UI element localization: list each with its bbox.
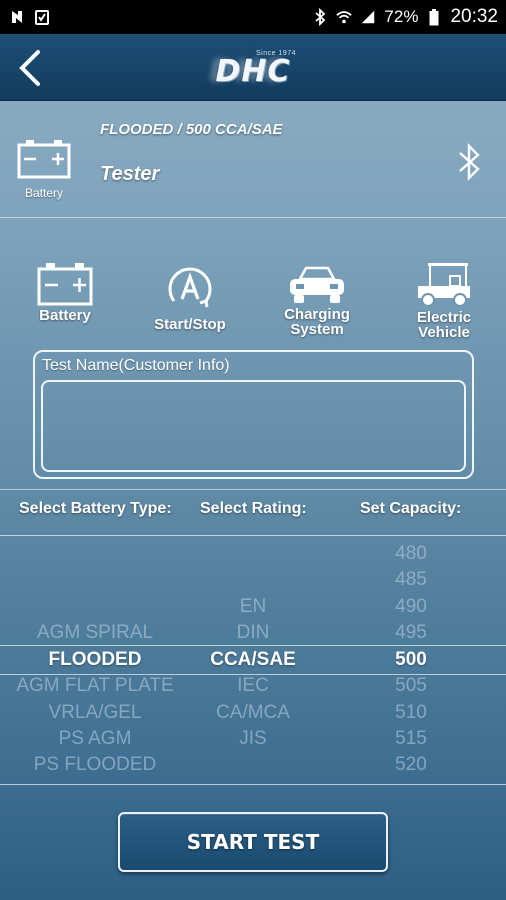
divider xyxy=(0,535,506,536)
divider xyxy=(0,489,506,490)
battery-icon xyxy=(17,140,71,179)
current-test-info: Battery FLOODED / 500 CCA/SAE Tester xyxy=(0,101,506,218)
app-header: Since 1974 DHC xyxy=(0,34,506,101)
picker-option-selected[interactable]: FLOODED xyxy=(0,647,190,673)
rating-header: Select Rating: xyxy=(200,500,307,517)
chevron-left-icon xyxy=(19,50,40,86)
bluetooth-icon xyxy=(312,8,328,26)
test-type-label: Start/Stop xyxy=(154,316,226,333)
media-icon xyxy=(10,9,26,25)
current-test-type: Battery xyxy=(16,139,72,200)
battery-icon xyxy=(37,263,93,306)
selection-highlight-bottom xyxy=(0,674,506,675)
test-type-label: Battery xyxy=(39,307,91,324)
picker-option[interactable]: 495 xyxy=(350,620,472,646)
test-type-label: Charging System xyxy=(284,306,350,338)
picker-option[interactable]: 490 xyxy=(350,594,472,620)
picker-option[interactable]: 515 xyxy=(350,726,472,752)
picker-option[interactable]: IEC xyxy=(190,673,316,699)
picker-option[interactable]: EN xyxy=(190,594,316,620)
test-type-start-stop[interactable]: Start/Stop xyxy=(142,263,238,332)
current-test-title: FLOODED / 500 CCA/SAE xyxy=(100,121,283,138)
battery-type-header: Select Battery Type: xyxy=(19,500,172,517)
battery-percent: 72% xyxy=(384,7,419,26)
picker-option[interactable]: DIN xyxy=(190,620,316,646)
picker-option[interactable]: 480 xyxy=(350,541,472,567)
picker-option[interactable]: PS AGM xyxy=(0,726,190,752)
logo-text: DHC xyxy=(215,53,291,89)
back-button[interactable] xyxy=(14,48,48,88)
picker-option[interactable]: VRLA/GEL xyxy=(0,700,190,726)
car-icon xyxy=(290,266,344,303)
test-name-label: Test Name(Customer Info) xyxy=(42,357,230,374)
picker-option[interactable]: CA/MCA xyxy=(190,700,316,726)
signal-icon xyxy=(360,9,376,25)
picker-option[interactable]: PS FLOODED xyxy=(0,752,190,778)
test-type-battery[interactable]: Battery xyxy=(30,262,100,323)
test-type-electric-vehicle[interactable]: Electric Vehicle xyxy=(404,262,484,340)
bluetooth-connect-button[interactable] xyxy=(456,141,484,183)
picker-option[interactable]: 505 xyxy=(350,673,472,699)
test-name-group: Test Name(Customer Info) xyxy=(33,350,474,479)
current-test-subtitle: Tester xyxy=(100,163,160,185)
divider xyxy=(0,784,506,785)
start-test-button[interactable]: START TEST xyxy=(118,812,388,872)
bluetooth-icon xyxy=(459,143,480,181)
test-type-label: Electric Vehicle xyxy=(416,309,472,341)
clipboard-check-icon xyxy=(34,9,50,25)
test-type-charging-system[interactable]: Charging System xyxy=(272,263,362,337)
capacity-header: Set Capacity: xyxy=(360,500,462,517)
picker-option[interactable]: 510 xyxy=(350,700,472,726)
battery-icon xyxy=(426,8,442,25)
status-right: 72% 20:32 xyxy=(312,6,498,28)
picker-option[interactable]: AGM SPIRAL xyxy=(0,620,190,646)
picker-option[interactable]: 520 xyxy=(350,752,472,778)
clock: 20:32 xyxy=(450,6,498,27)
picker-option-selected[interactable]: CCA/SAE xyxy=(190,647,316,673)
current-test-type-label: Battery xyxy=(24,186,63,200)
selection-highlight-top xyxy=(0,645,506,646)
golf-cart-icon xyxy=(418,263,470,307)
picker-option[interactable]: 485 xyxy=(350,567,472,593)
status-bar: 72% 20:32 xyxy=(0,0,506,34)
picker-option[interactable]: AGM FLAT PLATE xyxy=(0,673,190,699)
test-name-input[interactable] xyxy=(41,380,466,472)
wifi-icon xyxy=(336,9,353,25)
divider xyxy=(0,217,506,218)
status-left-icons xyxy=(10,9,50,25)
picker-option[interactable]: JIS xyxy=(190,726,316,752)
dhc-logo: Since 1974 DHC xyxy=(198,46,308,90)
auto-start-stop-icon xyxy=(168,267,212,308)
picker-option-selected[interactable]: 500 xyxy=(350,647,472,673)
